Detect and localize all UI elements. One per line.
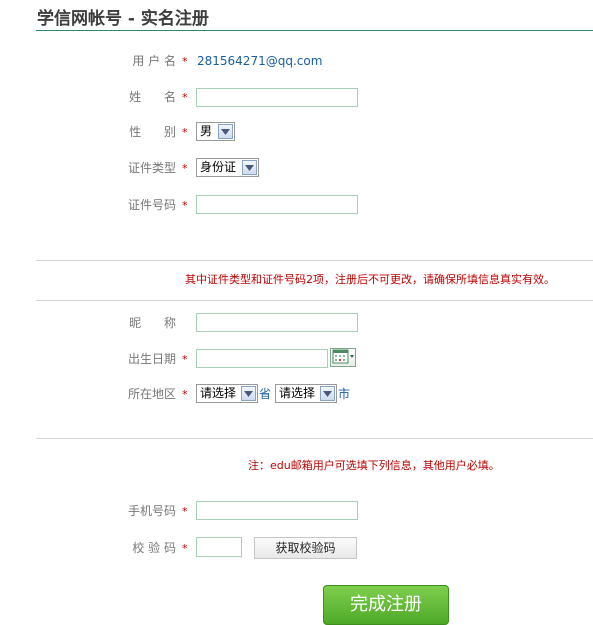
id-type-select-value: 身份证 <box>200 160 237 174</box>
section-divider <box>36 260 593 261</box>
get-code-button[interactable]: 获取校验码 <box>254 537 357 559</box>
city-select[interactable]: 请选择 <box>275 384 337 403</box>
phone-input[interactable] <box>196 501 358 520</box>
gender-select-value: 男 <box>200 124 213 138</box>
username-label: 用 户 名 <box>132 54 176 68</box>
phone-label: 手机号码 <box>127 504 176 518</box>
submit-button[interactable]: 完成注册 <box>323 585 449 625</box>
birthdate-input[interactable] <box>196 349 328 368</box>
name-input[interactable] <box>196 88 358 107</box>
required-mark: * <box>182 542 188 555</box>
title-divider <box>36 30 593 31</box>
required-mark: * <box>182 388 188 401</box>
province-unit: 省 <box>259 387 272 401</box>
birthdate-label: 出生日期 <box>127 352 176 366</box>
province-select-value: 请选择 <box>200 386 237 400</box>
city-select-value: 请选择 <box>279 386 316 400</box>
gender-select[interactable]: 男 <box>196 122 235 141</box>
edu-notice: 注：edu邮箱用户可选填下列信息，其他用户必填。 <box>248 459 500 472</box>
required-mark: * <box>182 353 188 366</box>
region-label: 所在地区 <box>127 387 176 401</box>
gender-label: 性 别 <box>129 125 176 139</box>
required-mark: * <box>182 91 188 104</box>
chevron-down-icon <box>218 124 233 139</box>
section-divider <box>36 300 593 301</box>
chevron-down-icon <box>241 386 256 401</box>
nickname-label: 昵 称 <box>129 316 176 330</box>
province-select[interactable]: 请选择 <box>196 384 258 403</box>
id-type-select[interactable]: 身份证 <box>196 158 259 177</box>
required-mark: * <box>182 162 188 175</box>
chevron-down-icon <box>242 160 257 175</box>
chevron-down-icon <box>320 386 335 401</box>
page-title: 学信网帐号 - 实名注册 <box>37 9 209 29</box>
id-number-input[interactable] <box>196 195 358 214</box>
code-label: 校 验 码 <box>132 541 176 555</box>
calendar-button[interactable] <box>330 348 356 367</box>
required-mark: * <box>182 126 188 139</box>
username-value: 281564271@qq.com <box>197 54 323 68</box>
required-mark: * <box>182 505 188 518</box>
id-number-label: 证件号码 <box>127 198 176 212</box>
required-mark: * <box>182 199 188 212</box>
id-type-label: 证件类型 <box>127 161 176 175</box>
name-label: 姓 名 <box>129 90 176 104</box>
nickname-input[interactable] <box>196 313 358 332</box>
calendar-icon <box>331 348 355 368</box>
verification-code-input[interactable] <box>196 537 242 557</box>
section-divider <box>36 438 593 439</box>
required-mark: * <box>182 55 188 68</box>
id-notice: 其中证件类型和证件号码2项，注册后不可更改，请确保所填信息真实有效。 <box>185 273 555 286</box>
city-unit: 市 <box>338 387 351 401</box>
